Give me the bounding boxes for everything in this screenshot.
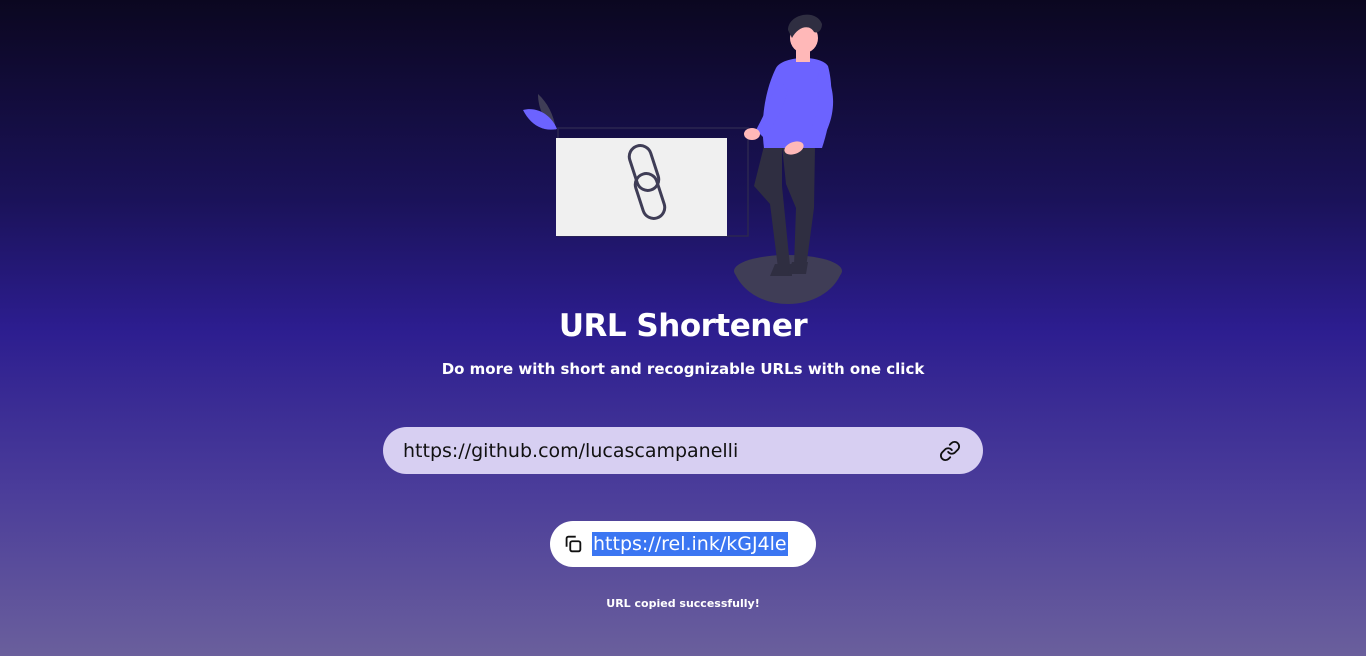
page-title: URL Shortener: [558, 308, 808, 344]
short-url-result: https://rel.ink/kGJ4le: [550, 521, 816, 567]
hero-illustration: [520, 8, 850, 308]
link-icon[interactable]: [939, 440, 961, 462]
url-field: [383, 427, 983, 474]
copy-status-message: URL copied successfully!: [606, 597, 760, 610]
url-input[interactable]: [403, 439, 933, 462]
page-subtitle: Do more with short and recognizable URLs…: [441, 360, 925, 378]
copy-icon[interactable]: [562, 533, 584, 555]
short-url-link[interactable]: https://rel.ink/kGJ4le: [592, 532, 788, 556]
